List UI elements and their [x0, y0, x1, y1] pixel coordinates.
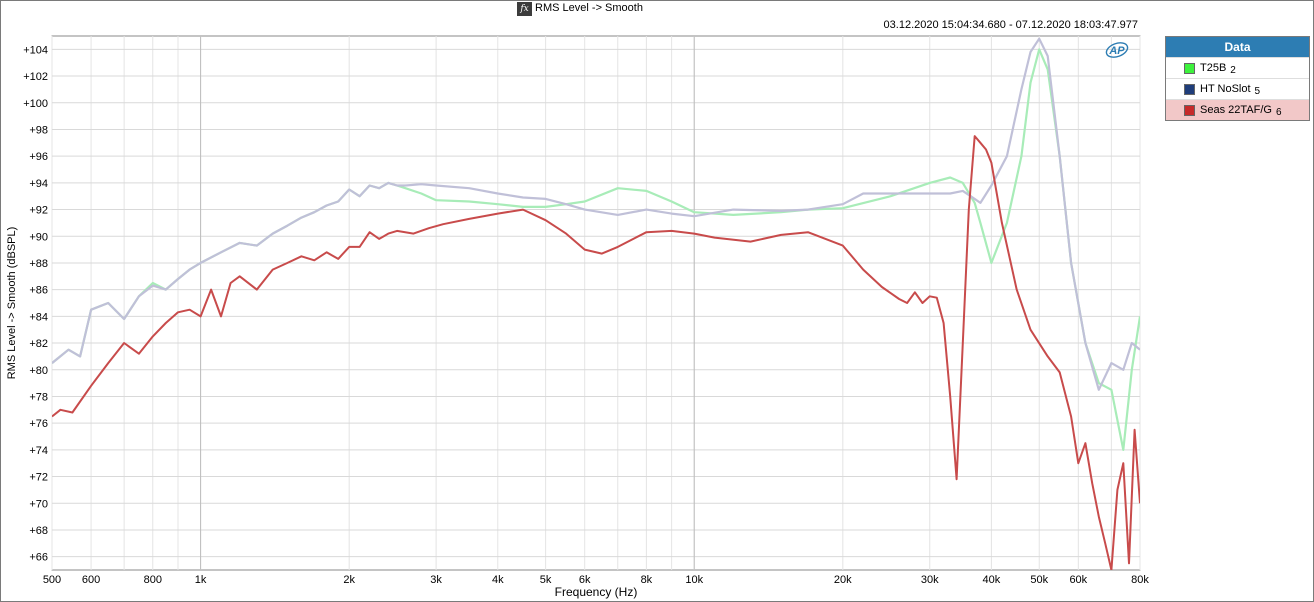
y-tick-label: +80: [29, 365, 48, 377]
x-tick-label: 2k: [343, 574, 355, 586]
legend-item-number: 5: [1254, 85, 1261, 97]
legend-item-label: HT NoSlot: [1200, 83, 1251, 95]
legend-swatch: [1184, 83, 1195, 95]
y-tick-label: +66: [29, 552, 48, 564]
legend-item-ht-noslot[interactable]: HT NoSlot 5: [1166, 78, 1309, 99]
y-tick-label: +92: [29, 205, 48, 217]
x-tick-label: 5k: [540, 574, 552, 586]
legend-swatch: [1184, 104, 1195, 116]
x-tick-label: 8k: [641, 574, 653, 586]
legend-item-label: Seas 22TAF/G: [1200, 104, 1272, 116]
x-tick-label: 50k: [1030, 574, 1048, 586]
x-tick-label: 3k: [430, 574, 442, 586]
legend-item-t25b[interactable]: T25B 2: [1166, 57, 1309, 78]
legend-swatch: [1184, 62, 1195, 74]
x-tick-label: 10k: [685, 574, 703, 586]
y-tick-label: +76: [29, 418, 48, 430]
x-tick-label: 1k: [195, 574, 207, 586]
y-tick-label: +104: [23, 44, 48, 56]
ap-logo-text: AP: [1108, 45, 1125, 57]
x-tick-label: 60k: [1069, 574, 1087, 586]
y-tick-label: +86: [29, 285, 48, 297]
y-tick-label: +68: [29, 525, 48, 537]
legend-item-number: 2: [1230, 64, 1236, 76]
y-tick-label: +82: [29, 338, 48, 350]
x-tick-label: 80k: [1131, 574, 1149, 586]
x-tick-label: 40k: [983, 574, 1001, 586]
x-tick-label: 800: [144, 574, 162, 586]
y-tick-label: +70: [29, 498, 48, 510]
y-tick-label: +100: [23, 98, 48, 110]
y-tick-label: +98: [29, 124, 48, 136]
y-axis-label: RMS Level -> Smooth (dBSPL): [6, 227, 18, 380]
data-legend: Data T25B 2 HT NoSlot 5 Seas 22TAF/G 6: [1165, 36, 1310, 121]
y-tick-label: +90: [29, 231, 48, 243]
legend-item-label: T25B: [1200, 62, 1227, 74]
x-tick-label: 600: [82, 574, 100, 586]
x-axis-label: Frequency (Hz): [555, 585, 638, 599]
y-tick-labels: +66 +68 +70 +72 +74 +76 +78 +80 +82 +84 +86 +88 +90 +…: [23, 44, 48, 563]
y-tick-label: +78: [29, 391, 48, 403]
y-tick-label: +74: [29, 445, 48, 457]
legend-header: Data: [1166, 37, 1309, 57]
x-tick-label: 30k: [921, 574, 939, 586]
y-tick-label: +102: [23, 71, 48, 83]
x-tick-label: 20k: [834, 574, 852, 586]
frequency-response-chart: 500 600 800 1k 2k 3k 4k 5k 6k 8k 10k 20k 30k 40k 50k 60…: [6, 35, 1149, 599]
legend-item-number: 6: [1275, 106, 1282, 118]
y-tick-label: +84: [29, 311, 48, 323]
y-tick-label: +96: [29, 151, 48, 163]
ap-logo: AP: [1105, 42, 1129, 58]
y-tick-label: +94: [29, 178, 48, 190]
legend-item-seas-22taf-g[interactable]: Seas 22TAF/G 6: [1166, 99, 1309, 120]
x-tick-label: 500: [43, 574, 61, 586]
x-tick-label: 4k: [492, 574, 504, 586]
y-tick-label: +72: [29, 472, 48, 484]
y-tick-label: +88: [29, 258, 48, 270]
